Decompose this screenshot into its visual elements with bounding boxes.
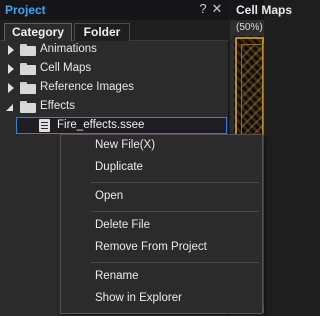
tree-item-effects[interactable]: Effects: [0, 98, 229, 116]
menu-separator: [91, 182, 259, 183]
menu-item-rename[interactable]: Rename: [62, 267, 261, 287]
cell-maps-titlebar: Cell Maps: [230, 0, 292, 20]
tab-category[interactable]: Category: [4, 23, 72, 41]
zoom-level: (50%): [236, 22, 263, 33]
expand-arrow-icon[interactable]: [6, 44, 16, 56]
menu-separator: [91, 211, 259, 212]
folder-icon: [20, 82, 36, 94]
expand-arrow-icon[interactable]: [6, 63, 16, 75]
menu-item-show-in-explorer[interactable]: Show in Explorer: [62, 289, 261, 309]
menu-item-label: Duplicate: [95, 161, 143, 173]
tree-item-selected-file[interactable]: Fire_effects.ssee: [16, 117, 227, 134]
close-icon[interactable]: ✕: [211, 1, 223, 17]
file-label: Fire_effects.ssee: [57, 119, 145, 131]
tree-item-label: Effects: [40, 100, 75, 112]
expand-arrow-icon[interactable]: [6, 82, 16, 94]
menu-separator: [91, 262, 259, 263]
menu-item-label: Remove From Project: [95, 241, 207, 253]
menu-item-label: New File(X): [95, 139, 156, 151]
app-window: Project ? ✕ Category Folder Animations C…: [0, 0, 292, 316]
tab-bar: Category Folder: [0, 20, 229, 41]
tree-item-label: Cell Maps: [40, 62, 92, 74]
tree-item-reference-images[interactable]: Reference Images: [0, 79, 229, 97]
menu-item-open[interactable]: Open: [62, 187, 261, 207]
menu-item-label: Show in Explorer: [95, 292, 182, 304]
tree-item-label: Reference Images: [40, 81, 134, 93]
menu-item-label: Delete File: [95, 219, 150, 231]
menu-item-new-file[interactable]: New File(X): [62, 136, 261, 156]
folder-icon: [20, 63, 36, 75]
help-icon[interactable]: ?: [197, 1, 209, 17]
menu-item-label: Rename: [95, 270, 139, 282]
panel-title: Project: [5, 3, 46, 17]
menu-item-remove-from-project[interactable]: Remove From Project: [62, 238, 261, 258]
project-panel-titlebar: Project ? ✕: [0, 0, 229, 20]
menu-item-delete-file[interactable]: Delete File: [62, 216, 261, 236]
collapse-arrow-icon[interactable]: [5, 101, 15, 113]
folder-icon: [20, 101, 36, 113]
tab-folder[interactable]: Folder: [74, 23, 130, 41]
menu-item-label: Open: [95, 190, 124, 202]
document-icon: [39, 119, 50, 132]
tree-item-animations[interactable]: Animations: [0, 41, 229, 59]
tree-item-label: Animations: [40, 43, 97, 55]
menu-item-duplicate[interactable]: Duplicate: [62, 158, 261, 178]
tree-item-cell-maps[interactable]: Cell Maps: [0, 60, 229, 78]
context-menu: New File(X) Duplicate Open Delete File R…: [60, 134, 263, 314]
folder-icon: [20, 44, 36, 56]
cell-maps-title: Cell Maps: [236, 3, 293, 17]
